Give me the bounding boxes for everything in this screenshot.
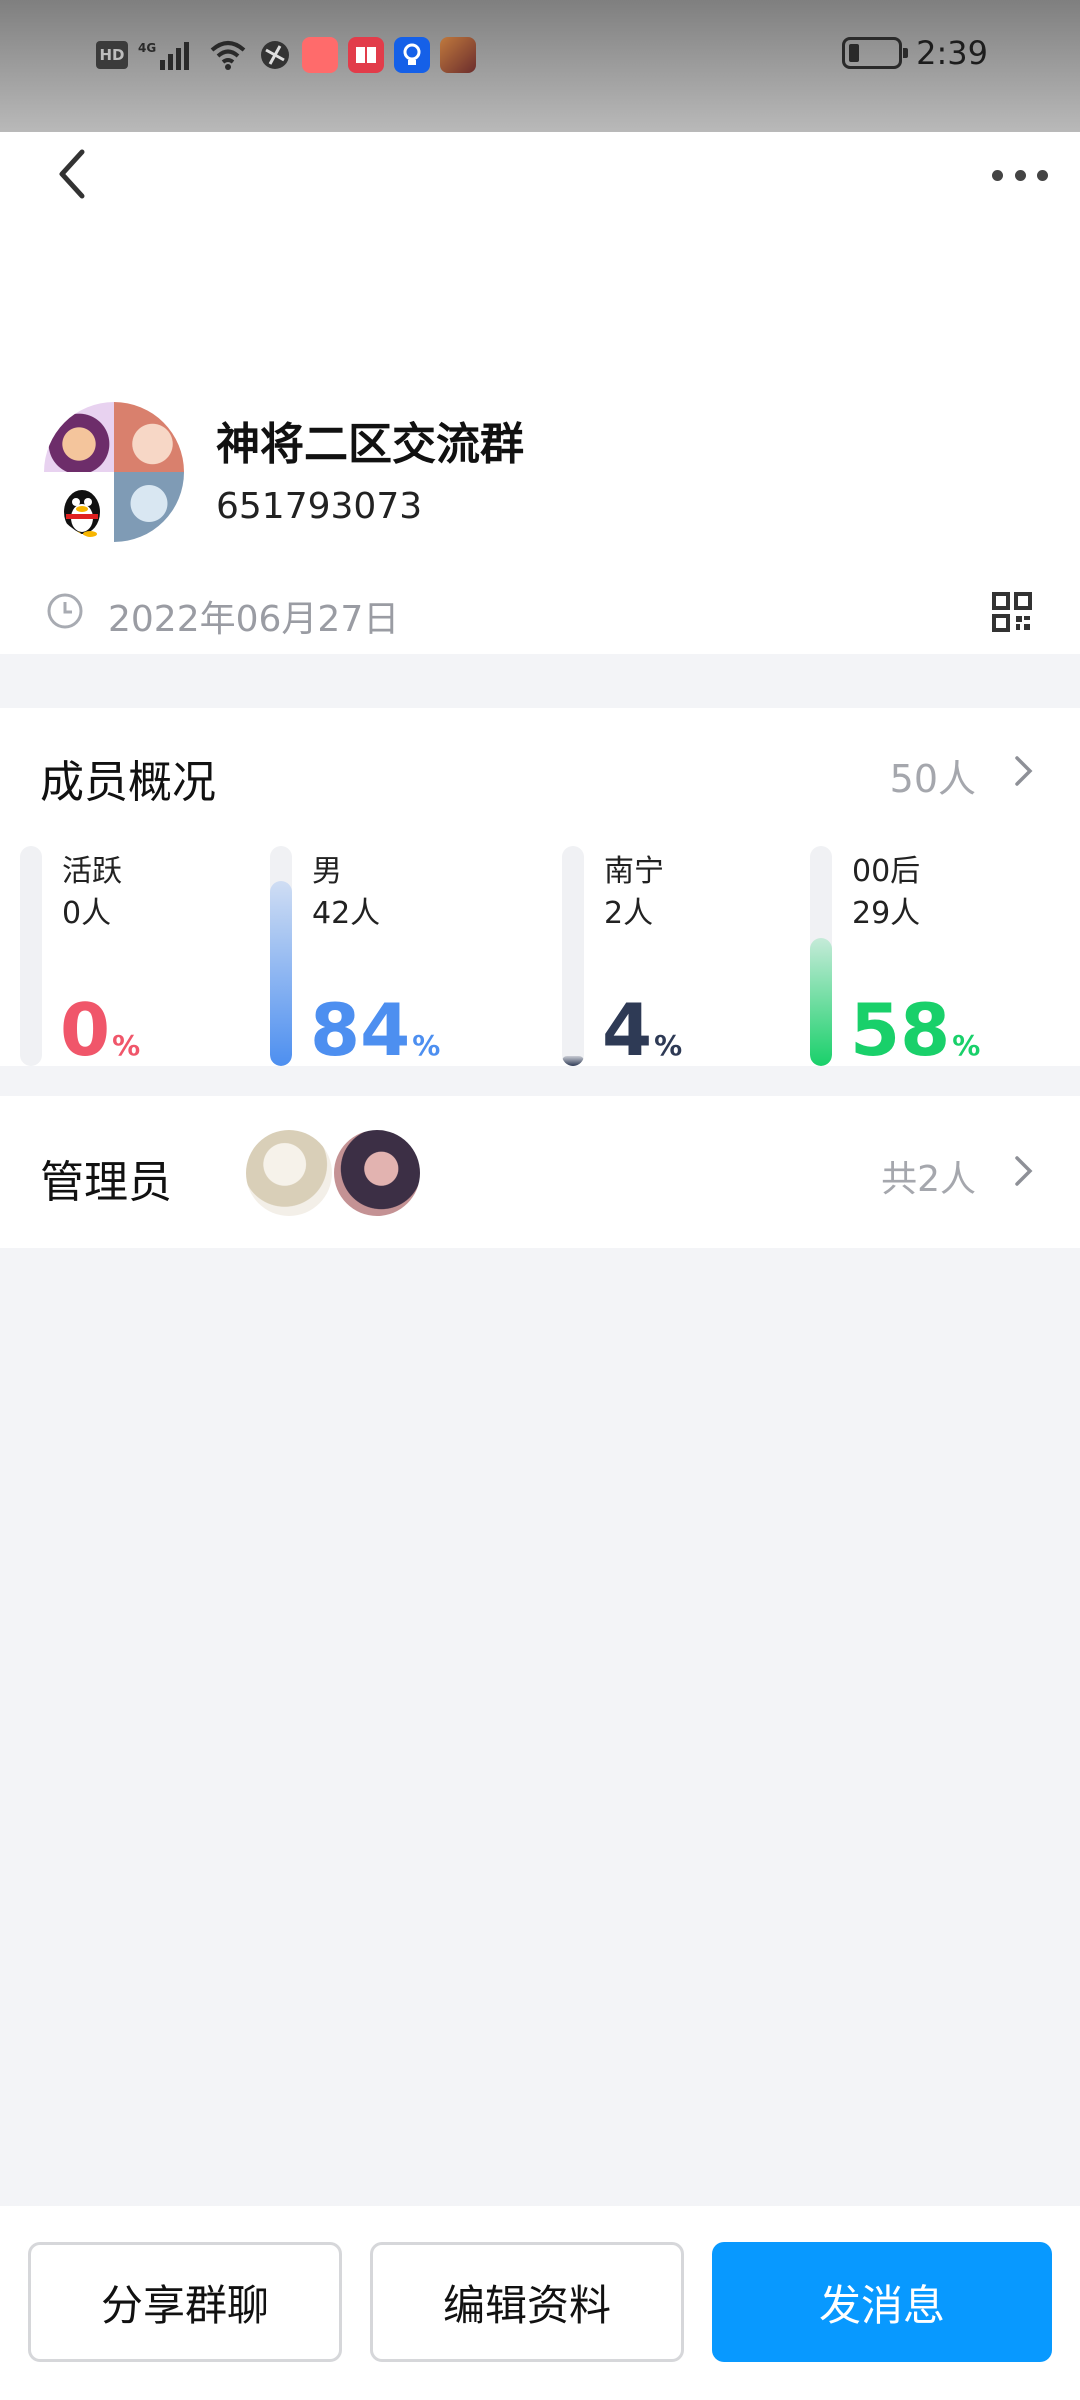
- stat-male: 男 42人 84%: [270, 846, 510, 1066]
- stat-count: 2人: [604, 896, 654, 931]
- stat-bar-fill: [270, 881, 292, 1066]
- more-dot-icon: [1037, 169, 1048, 181]
- more-dot-icon: [1014, 169, 1026, 181]
- group-name: 神将二区交流群: [216, 419, 524, 470]
- member-avatar: [114, 402, 184, 472]
- members-overview-title: 成员概况: [40, 757, 216, 808]
- stat-count: 42人: [312, 896, 381, 931]
- member-avatar: [44, 402, 114, 472]
- svg-text:4G: 4G: [138, 41, 156, 55]
- group-header-card: [0, 132, 1080, 654]
- status-icons: HD 4G: [96, 37, 476, 73]
- chevron-right-icon[interactable]: [1012, 752, 1036, 790]
- share-group-button[interactable]: 分享群聊: [28, 2242, 342, 2362]
- status-bar: HD 4G 2:39: [0, 0, 1080, 132]
- stat-location: 南宁 2人 4%: [562, 846, 802, 1066]
- stat-percent: 0%: [60, 988, 141, 1072]
- more-button[interactable]: [992, 160, 1048, 190]
- status-right: 2:39: [842, 34, 988, 72]
- stat-age-group: 00后 29人 58%: [810, 846, 1050, 1066]
- send-message-button[interactable]: 发消息: [712, 2242, 1052, 2362]
- stat-percent: 4%: [602, 988, 683, 1072]
- browser-icon: [258, 38, 292, 72]
- qr-code-icon[interactable]: [992, 592, 1032, 632]
- stat-bar-fill: [562, 1056, 584, 1066]
- admin-avatar[interactable]: [246, 1130, 332, 1216]
- wifi-icon: [208, 38, 248, 72]
- stat-bar-fill: [810, 938, 832, 1066]
- member-avatar: [44, 472, 114, 542]
- stat-label: 南宁: [604, 854, 664, 889]
- stat-percent: 84%: [310, 988, 441, 1072]
- stat-active: 活跃 0人 0%: [20, 846, 260, 1066]
- group-avatar[interactable]: [44, 402, 184, 542]
- back-button[interactable]: [48, 144, 100, 204]
- book-app-icon: [348, 37, 384, 73]
- stat-count: 0人: [62, 896, 112, 931]
- stat-label: 男: [312, 854, 342, 889]
- stat-percent: 58%: [850, 988, 981, 1072]
- chevron-right-icon[interactable]: [1012, 1152, 1036, 1190]
- group-id: 651793073: [216, 486, 423, 527]
- admin-avatar[interactable]: [334, 1130, 420, 1216]
- more-dot-icon: [992, 169, 1003, 181]
- stat-count: 29人: [852, 896, 921, 931]
- clock-icon: [47, 593, 83, 629]
- members-total-count[interactable]: 50人: [890, 748, 976, 803]
- mail-app-icon: [302, 37, 338, 73]
- admins-total[interactable]: 共2人: [881, 1150, 976, 1202]
- stat-label: 00后: [852, 854, 921, 889]
- chevron-left-icon: [59, 149, 85, 199]
- admins-title: 管理员: [40, 1157, 172, 1208]
- bulb-app-icon: [394, 37, 430, 73]
- clock-time: 2:39: [916, 34, 988, 72]
- stat-label: 活跃: [62, 854, 122, 889]
- member-avatar: [114, 472, 184, 542]
- edit-info-button[interactable]: 编辑资料: [370, 2242, 684, 2362]
- qq-penguin-icon: [64, 490, 100, 537]
- created-date: 2022年06月27日: [108, 599, 400, 640]
- battery-icon: [842, 37, 909, 69]
- game-app-icon: [440, 37, 476, 73]
- signal-icon: 4G: [138, 38, 198, 72]
- hd-icon: HD: [96, 41, 128, 69]
